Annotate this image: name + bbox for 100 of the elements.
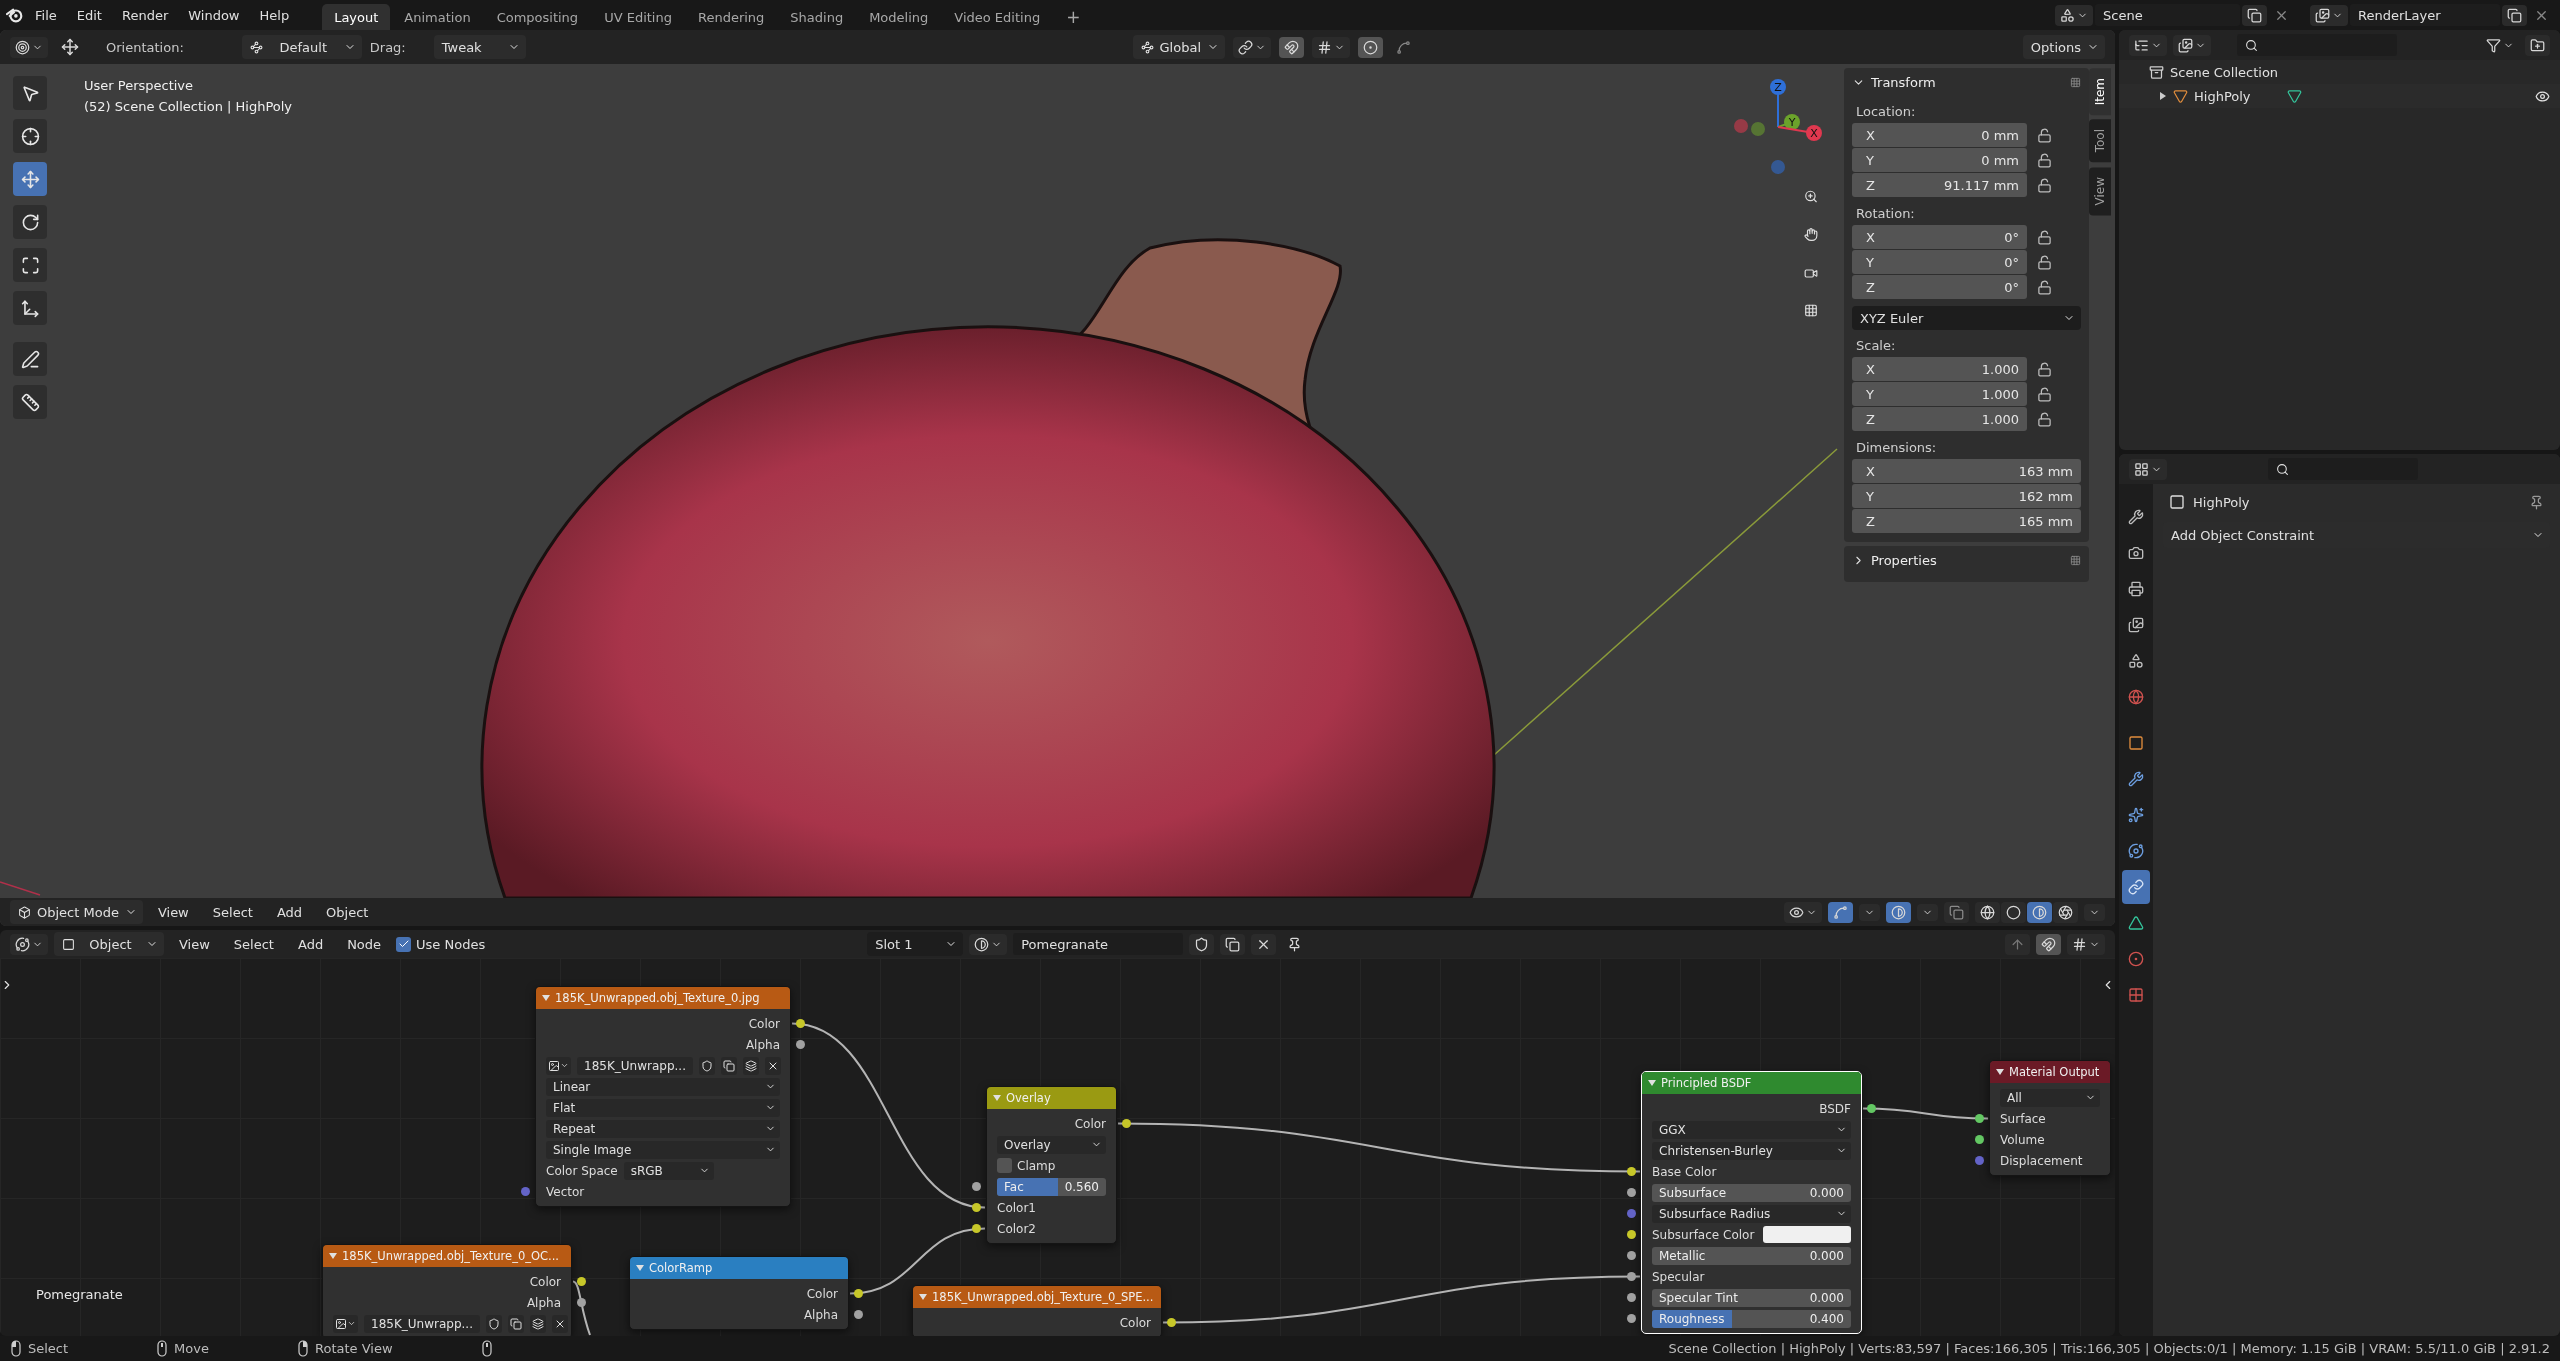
sidebar-tab[interactable]: Item [2089, 68, 2111, 116]
material-name-field[interactable]: Pomegranate [1013, 933, 1184, 955]
menu-item[interactable]: Node [338, 936, 391, 952]
node-header[interactable]: 185K_Unwrapped.obj_Texture_0.jpg [536, 987, 790, 1009]
menu-item[interactable]: File [26, 7, 66, 23]
socket-label: Color2 [997, 1221, 1036, 1236]
scene-field[interactable]: Scene [2095, 4, 2240, 26]
number-field[interactable]: Y 0° [1852, 250, 2027, 274]
number-field[interactable]: Subsurface 0.000 [1652, 1183, 1851, 1202]
hint-label: Move [174, 1341, 209, 1356]
outliner-item[interactable]: HighPoly [2194, 88, 2251, 104]
menu-item[interactable]: Edit [67, 7, 111, 23]
image-name-field[interactable]: 185K_Unwrapp... [577, 1056, 693, 1075]
axis-handle[interactable]: Z [1770, 79, 1786, 128]
options-dropdown[interactable]: Options [2022, 35, 2105, 59]
outliner-item[interactable]: Scene Collection [2170, 64, 2279, 80]
node-header[interactable]: ColorRamp [630, 1257, 848, 1279]
number-field[interactable]: X 0° [1852, 225, 2027, 249]
workspace-tab[interactable]: Video Editing [942, 4, 1053, 30]
number-field[interactable]: Z 165 mm [1852, 509, 2081, 533]
number-field[interactable]: Y 1.000 [1852, 382, 2027, 406]
socket-label: Alpha [803, 1307, 838, 1322]
node-dropdown[interactable]: Repeat [546, 1119, 780, 1138]
workspace-tab[interactable]: Animation [392, 4, 483, 30]
node-header[interactable]: Principled BSDF [1642, 1072, 1861, 1094]
sidebar-tab[interactable]: Tool [2089, 119, 2111, 163]
menu-item[interactable]: Render [112, 7, 178, 23]
sidebar-tab[interactable]: View [2089, 166, 2111, 216]
socket-label: Color [748, 1016, 780, 1031]
socket-label: Color [1119, 1315, 1151, 1330]
workspace-tab[interactable]: UV Editing [592, 4, 684, 30]
slider-field[interactable]: Fac 0.560 [997, 1177, 1106, 1196]
workspace-tab[interactable]: Rendering [685, 4, 777, 30]
workspace-tab[interactable]: Modeling [857, 4, 941, 30]
node-dropdown[interactable]: Single Image [546, 1140, 780, 1159]
menu-item[interactable]: Add [267, 904, 312, 920]
number-field[interactable]: Z 0° [1852, 275, 2027, 299]
object-name: HighPoly [2193, 494, 2250, 510]
socket-label: Surface [2000, 1111, 2046, 1126]
menu-item[interactable]: Object [317, 904, 378, 920]
socket-label: Vector [546, 1184, 585, 1199]
node-title: 185K_Unwrapped.obj_Texture_0_SPE... [932, 1290, 1154, 1304]
node-title: Principled BSDF [1661, 1076, 1752, 1090]
menu-item[interactable]: Select [224, 936, 283, 952]
transform-orientation-dropdown[interactable]: Global [1132, 35, 1226, 59]
mode-dropdown[interactable]: Object Mode [10, 900, 143, 924]
node-dropdown[interactable]: Flat [546, 1098, 780, 1117]
node-title: Material Output [2009, 1065, 2100, 1079]
drag-dropdown[interactable]: Tweak [433, 35, 526, 59]
slot-dropdown[interactable]: Slot 1 [867, 932, 964, 956]
number-field[interactable]: Specular Tint 0.000 [1652, 1288, 1851, 1307]
number-field[interactable]: Metallic 0.000 [1652, 1246, 1851, 1265]
number-field[interactable]: Z 91.117 mm [1852, 173, 2027, 197]
node-dropdown[interactable]: All [2000, 1088, 2100, 1107]
menu-item[interactable]: View [170, 936, 219, 952]
add-workspace-button[interactable]: + [1054, 4, 1093, 30]
panel-title[interactable]: Transform [1871, 74, 1936, 90]
image-name-field[interactable]: 185K_Unwrapp... [364, 1314, 480, 1333]
node-dropdown[interactable]: GGX [1652, 1120, 1851, 1139]
node-header[interactable]: 185K_Unwrapped.obj_Texture_0_OC... [323, 1245, 571, 1267]
number-field[interactable]: X 0 mm [1852, 123, 2027, 147]
number-field[interactable]: X 1.000 [1852, 357, 2027, 381]
number-field[interactable]: Z 1.000 [1852, 407, 2027, 431]
number-field[interactable]: Y 162 mm [1852, 484, 2081, 508]
number-field[interactable]: X 163 mm [1852, 459, 2081, 483]
workspace-tab[interactable]: Compositing [484, 4, 591, 30]
node-header[interactable]: 185K_Unwrapped.obj_Texture_0_SPE... [913, 1286, 1161, 1308]
socket-label: Color [1074, 1116, 1106, 1131]
node-dropdown[interactable]: sRGB [623, 1161, 714, 1180]
menu-item[interactable]: Add [288, 936, 333, 952]
material-label: Pomegranate [36, 1287, 123, 1302]
checkbox-label: Clamp [1017, 1158, 1056, 1173]
socket-label: Specular [1652, 1269, 1705, 1284]
node-dropdown[interactable]: Subsurface Radius [1652, 1204, 1851, 1223]
slider-field[interactable]: Roughness 0.400 [1652, 1309, 1851, 1328]
axis-handle[interactable]: X [1777, 125, 1822, 141]
socket-label: Color [529, 1274, 561, 1289]
workspace-tab[interactable]: Layout [322, 4, 391, 30]
drag-label: Drag: [369, 39, 406, 55]
node-dropdown[interactable]: Christensen-Burley [1652, 1141, 1851, 1160]
rotation-mode-dropdown[interactable]: XYZ Euler [1852, 306, 2081, 330]
socket-label: Color [806, 1286, 838, 1301]
node-dropdown[interactable]: Overlay [997, 1135, 1106, 1154]
menu-item[interactable]: Window [179, 7, 249, 23]
view-name: User Perspective [84, 78, 194, 93]
menu-item[interactable]: Help [250, 7, 299, 23]
number-field[interactable]: Y 0 mm [1852, 148, 2027, 172]
orientation-dropdown[interactable]: Default [241, 35, 362, 59]
menu-item[interactable]: View [148, 904, 198, 920]
panel-title[interactable]: Properties [1871, 552, 1937, 568]
view-layer-field[interactable]: RenderLayer [2350, 4, 2500, 26]
group-label: Location: [1856, 104, 1916, 119]
node-dropdown[interactable]: Linear [546, 1077, 780, 1096]
hint-label: Select [28, 1341, 69, 1356]
menu-item[interactable]: Select [203, 904, 262, 920]
node-title: Overlay [1006, 1091, 1051, 1105]
workspace-tab[interactable]: Shading [778, 4, 856, 30]
shader-type-dropdown[interactable]: Object [54, 932, 164, 956]
socket-label: Base Color [1652, 1164, 1717, 1179]
node-header[interactable]: Material Output [1990, 1061, 2110, 1083]
